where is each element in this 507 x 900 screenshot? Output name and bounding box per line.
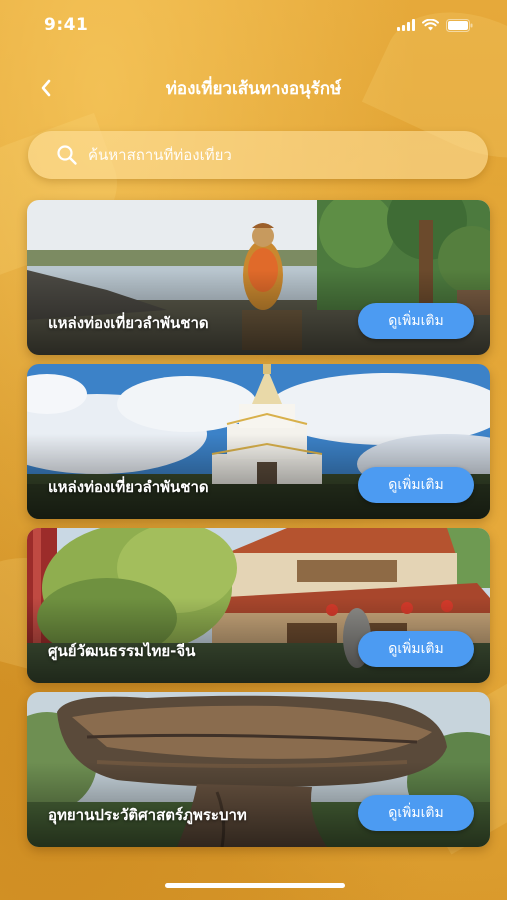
- signal-icon: [397, 19, 415, 31]
- back-arrow-icon: [41, 79, 51, 97]
- search-input[interactable]: [88, 146, 448, 164]
- wifi-icon: [422, 19, 439, 31]
- place-title: อุทยานประวัติศาสตร์ภูพระบาท: [48, 806, 247, 824]
- place-title: แหล่งท่องเที่ยวลำพันชาด: [48, 314, 209, 332]
- back-button[interactable]: [30, 72, 62, 104]
- status-time: 9:41: [44, 15, 89, 35]
- place-card[interactable]: ศูนย์วัฒนธรรมไทย-จีน ดูเพิ่มเติม: [27, 528, 490, 683]
- header: ท่องเที่ยวเส้นทางอนุรักษ์: [0, 66, 507, 110]
- place-card[interactable]: แหล่งท่องเที่ยวลำพันชาด ดูเพิ่มเติม: [27, 200, 490, 355]
- see-more-button[interactable]: ดูเพิ่มเติม: [358, 467, 474, 503]
- see-more-button[interactable]: ดูเพิ่มเติม: [358, 631, 474, 667]
- page-title: ท่องเที่ยวเส้นทางอนุรักษ์: [165, 78, 342, 99]
- see-more-button[interactable]: ดูเพิ่มเติม: [358, 303, 474, 339]
- place-title: แหล่งท่องเที่ยวลำพันชาด: [48, 478, 209, 496]
- search-icon: [57, 145, 77, 165]
- battery-icon: [446, 18, 473, 32]
- home-indicator[interactable]: [165, 883, 345, 888]
- place-card[interactable]: อุทยานประวัติศาสตร์ภูพระบาท ดูเพิ่มเติม: [27, 692, 490, 847]
- status-bar: 9:41: [0, 0, 507, 50]
- place-title: ศูนย์วัฒนธรรมไทย-จีน: [48, 642, 196, 660]
- search-bar[interactable]: [28, 131, 488, 179]
- status-icons: [397, 18, 473, 32]
- see-more-button[interactable]: ดูเพิ่มเติม: [358, 795, 474, 831]
- place-card[interactable]: แหล่งท่องเที่ยวลำพันชาด ดูเพิ่มเติม: [27, 364, 490, 519]
